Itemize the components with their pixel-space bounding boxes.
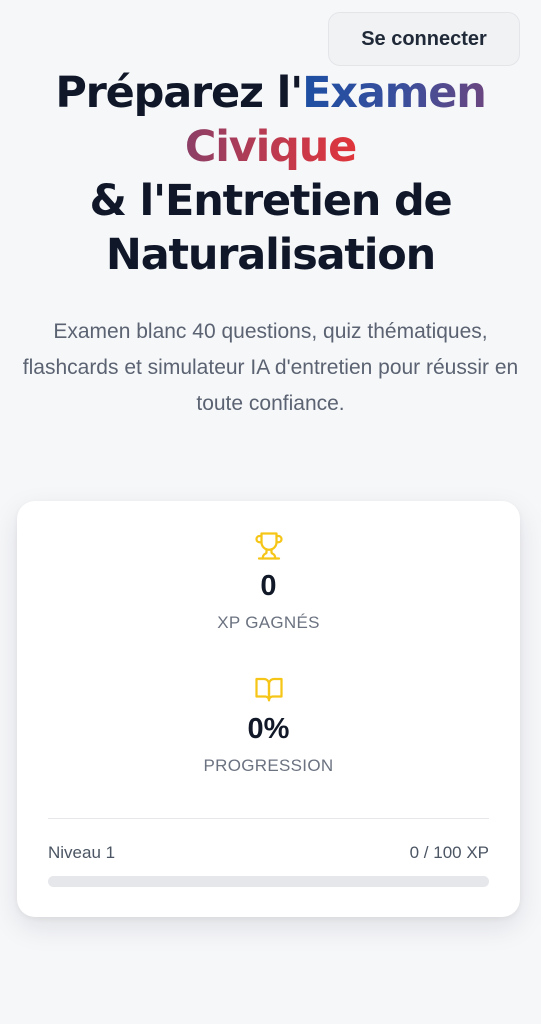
open-book-icon bbox=[254, 677, 283, 702]
hero-title-line-4: Naturalisation bbox=[105, 230, 436, 280]
hero-title-line-2: Civique bbox=[0, 120, 541, 174]
hero-title-examen: Examen bbox=[302, 68, 487, 118]
level-progress-bar bbox=[48, 876, 489, 887]
hero-title: Préparez l'Examen Civique & l'Entretien … bbox=[0, 66, 541, 282]
xp-stat: 0 XP GAGNÉS bbox=[17, 531, 520, 634]
hero-title-line-1: Préparez l'Examen bbox=[0, 66, 541, 120]
divider bbox=[48, 818, 489, 819]
xp-value: 0 bbox=[260, 570, 277, 602]
progression-value: 0% bbox=[247, 713, 290, 745]
hero-title-civique: Civique bbox=[184, 122, 357, 172]
stats-card: 0 XP GAGNÉS 0% PROGRESSION Niveau 1 0 / … bbox=[17, 501, 520, 917]
trophy-icon bbox=[254, 532, 283, 560]
hero-subtitle: Examen blanc 40 questions, quiz thématiq… bbox=[22, 320, 519, 415]
xp-progress-text: 0 / 100 XP bbox=[409, 843, 489, 862]
progression-stat: 0% PROGRESSION bbox=[17, 674, 520, 777]
hero-title-prefix: Préparez l' bbox=[55, 68, 303, 118]
xp-label: XP GAGNÉS bbox=[217, 613, 320, 632]
progression-label: PROGRESSION bbox=[203, 756, 334, 775]
hero-title-line-3: & l'Entretien de bbox=[89, 176, 452, 226]
login-button[interactable]: Se connecter bbox=[328, 12, 520, 66]
level-label: Niveau 1 bbox=[48, 843, 116, 862]
